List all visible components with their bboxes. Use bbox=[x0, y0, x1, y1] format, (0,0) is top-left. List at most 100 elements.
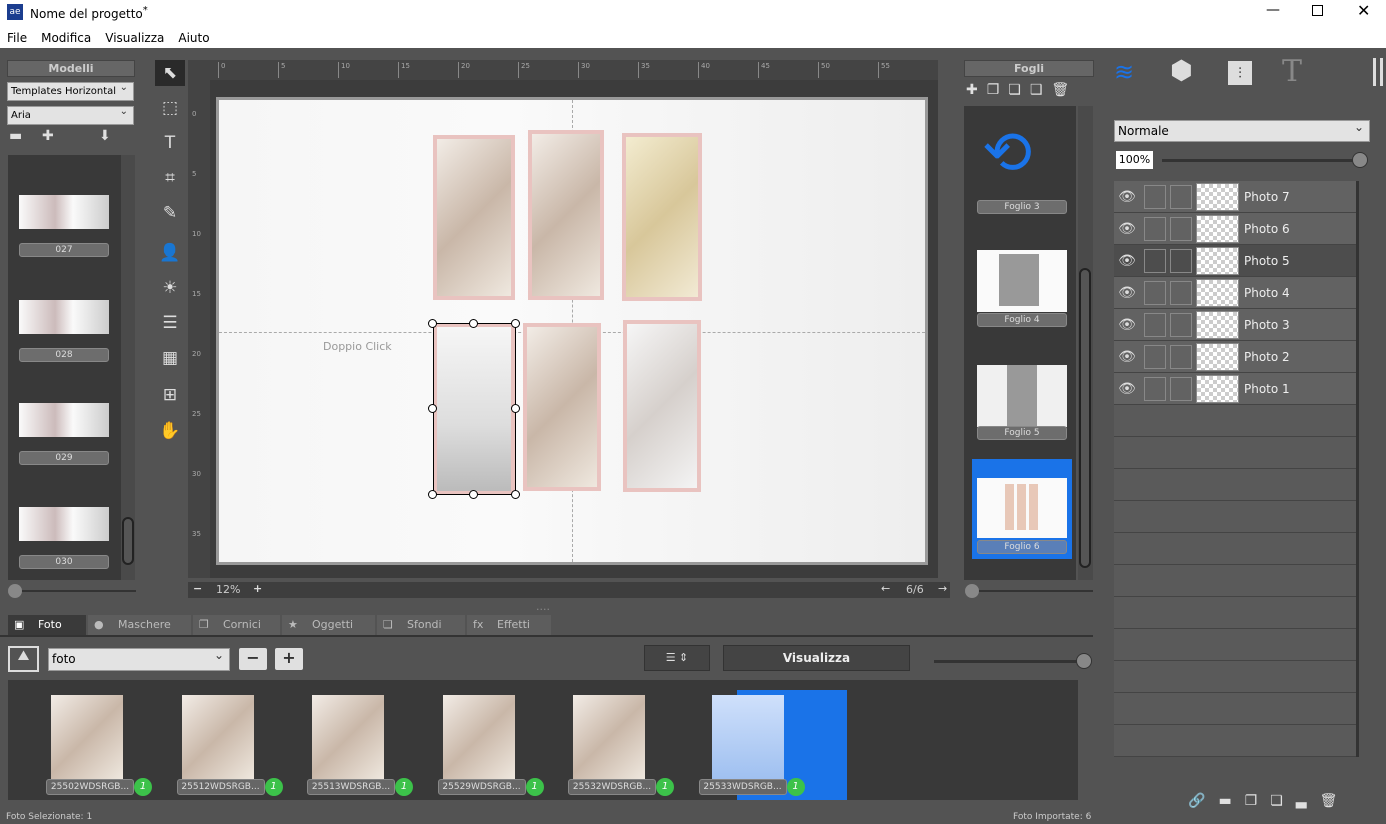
layer-row[interactable]: 👁 Photo 1 bbox=[1114, 373, 1356, 405]
folder-remove-icon[interactable]: ▬ bbox=[9, 128, 22, 144]
list-icon[interactable]: ☰ bbox=[155, 310, 185, 336]
link-toggle[interactable] bbox=[1170, 217, 1192, 241]
folder-add-button[interactable]: + bbox=[275, 648, 303, 670]
eye-icon[interactable]: 👁 bbox=[1116, 217, 1138, 241]
models-scrollbar[interactable] bbox=[121, 155, 135, 580]
resize-handle[interactable] bbox=[511, 490, 520, 499]
layer-flatten-icon[interactable]: ▃ bbox=[1296, 793, 1307, 809]
duplicate-sheet-icon[interactable]: ❐ bbox=[987, 82, 1000, 98]
photo-thumbnail[interactable] bbox=[442, 695, 515, 780]
placeholder-text[interactable]: Doppio Click bbox=[323, 340, 392, 353]
layer-row[interactable]: 👁 Photo 2 bbox=[1114, 341, 1356, 373]
link-toggle[interactable] bbox=[1170, 185, 1192, 209]
splitter-handle[interactable]: .... bbox=[536, 600, 550, 613]
lock-toggle[interactable] bbox=[1144, 345, 1166, 369]
folder-add-icon[interactable]: ✚ bbox=[42, 128, 54, 144]
copy-sheet-icon[interactable]: ❏ bbox=[1008, 82, 1021, 98]
close-button[interactable]: ✕ bbox=[1357, 1, 1370, 20]
eye-icon[interactable]: 👁 bbox=[1116, 185, 1138, 209]
lock-toggle[interactable] bbox=[1144, 313, 1166, 337]
resize-handle[interactable] bbox=[469, 319, 478, 328]
photo-frame[interactable] bbox=[528, 130, 604, 300]
photo-frame[interactable] bbox=[622, 133, 702, 301]
template-label[interactable]: 028 bbox=[19, 348, 109, 362]
menu-aiuto[interactable]: Aiuto bbox=[178, 31, 209, 48]
photo-frame[interactable] bbox=[523, 323, 601, 491]
link-toggle[interactable] bbox=[1170, 377, 1192, 401]
layers-icon[interactable]: ≋ bbox=[1114, 58, 1134, 86]
cube-icon[interactable]: ⬢ bbox=[1170, 56, 1193, 86]
tab-cornici[interactable]: ❐ Cornici bbox=[193, 615, 280, 635]
sheet-label[interactable]: Foglio 4 bbox=[977, 313, 1067, 327]
photo-thumbnail[interactable] bbox=[181, 695, 254, 780]
resize-handle[interactable] bbox=[428, 490, 437, 499]
resize-handle[interactable] bbox=[469, 490, 478, 499]
tab-sfondi[interactable]: ❏ Sfondi bbox=[377, 615, 465, 635]
sheets-scrollbar[interactable] bbox=[1078, 106, 1093, 580]
resize-handle[interactable] bbox=[511, 404, 520, 413]
add-sheet-icon[interactable]: ✚ bbox=[966, 82, 978, 98]
tab-effetti[interactable]: fx Effetti bbox=[467, 615, 551, 635]
template-thumbnail[interactable] bbox=[19, 507, 109, 541]
template-label[interactable]: 029 bbox=[19, 451, 109, 465]
opacity-input[interactable]: 100% bbox=[1116, 151, 1153, 169]
eye-icon[interactable]: 👁 bbox=[1116, 345, 1138, 369]
brush-icon[interactable]: ✎ bbox=[155, 200, 185, 226]
prev-page-button[interactable]: ← bbox=[881, 582, 890, 595]
canvas-area[interactable]: Doppio Click bbox=[210, 80, 938, 578]
crop-icon[interactable]: ⌗ bbox=[155, 165, 185, 191]
link-toggle[interactable] bbox=[1170, 345, 1192, 369]
template-label[interactable]: 030 bbox=[19, 555, 109, 569]
panel-collapse-icon[interactable] bbox=[1373, 58, 1383, 86]
grid-icon[interactable]: ▦ bbox=[155, 345, 185, 371]
tab-foto[interactable]: ▣ Foto bbox=[8, 615, 86, 635]
photo-name[interactable]: 25513WDSRGB... bbox=[307, 779, 395, 795]
trash-icon[interactable]: 🗑 bbox=[1320, 793, 1338, 809]
menu-file[interactable]: File bbox=[7, 31, 27, 48]
photo-thumbnail[interactable] bbox=[312, 695, 384, 780]
resize-handle[interactable] bbox=[511, 319, 520, 328]
layer-row[interactable]: 👁 Photo 5 bbox=[1114, 245, 1356, 277]
sliders-icon[interactable]: ⫶ bbox=[1228, 61, 1252, 85]
trash-icon[interactable]: 🗑 bbox=[1051, 82, 1069, 98]
lock-toggle[interactable] bbox=[1144, 185, 1166, 209]
blend-mode-select[interactable]: Normale bbox=[1114, 119, 1370, 142]
folder-select[interactable]: foto bbox=[48, 647, 230, 671]
zoom-out-button[interactable]: − bbox=[193, 582, 202, 595]
link-icon[interactable]: 🔗 bbox=[1188, 793, 1205, 809]
lock-toggle[interactable] bbox=[1144, 249, 1166, 273]
opacity-slider[interactable] bbox=[1162, 152, 1368, 168]
resize-handle[interactable] bbox=[428, 404, 437, 413]
sheet-thumbnail[interactable] bbox=[977, 365, 1067, 427]
eye-icon[interactable]: 👁 bbox=[1116, 313, 1138, 337]
layer-row[interactable]: 👁 Photo 7 bbox=[1114, 181, 1356, 213]
marquee-icon[interactable]: ⬚ bbox=[155, 95, 185, 121]
photo-name[interactable]: 25532WDSRGB... bbox=[568, 779, 656, 795]
template-thumbnail[interactable] bbox=[19, 195, 109, 229]
resize-handle[interactable] bbox=[428, 319, 437, 328]
next-page-button[interactable]: → bbox=[938, 582, 947, 595]
photo-name[interactable]: 25502WDSRGB... bbox=[46, 779, 134, 795]
photo-frame[interactable] bbox=[623, 320, 701, 492]
brightness-icon[interactable]: ☀ bbox=[155, 275, 185, 301]
layer-up-icon[interactable]: ❐ bbox=[1245, 793, 1258, 809]
lock-toggle[interactable] bbox=[1144, 281, 1166, 305]
template-thumbnail[interactable] bbox=[19, 403, 109, 437]
photo-thumbnail[interactable] bbox=[573, 695, 645, 780]
sheet-label[interactable]: Foglio 3 bbox=[977, 200, 1067, 214]
layer-delete-icon[interactable]: ▬ bbox=[1218, 793, 1231, 809]
lock-toggle[interactable] bbox=[1144, 217, 1166, 241]
grid-download-icon[interactable]: ⊞ bbox=[155, 382, 185, 408]
lock-toggle[interactable] bbox=[1144, 377, 1166, 401]
zoom-in-button[interactable]: + bbox=[253, 582, 262, 595]
view-button[interactable]: Visualizza bbox=[723, 645, 910, 671]
move-sheet-icon[interactable]: ❑ bbox=[1030, 82, 1043, 98]
models-size-slider[interactable] bbox=[8, 584, 136, 598]
link-toggle[interactable] bbox=[1170, 249, 1192, 273]
tab-maschere[interactable]: ● Maschere bbox=[88, 615, 191, 635]
menu-visualizza[interactable]: Visualizza bbox=[105, 31, 164, 48]
eye-icon[interactable]: 👁 bbox=[1116, 377, 1138, 401]
style-select[interactable]: Aria bbox=[7, 105, 134, 125]
text-icon[interactable]: T bbox=[1282, 54, 1302, 89]
photo-name[interactable]: 25529WDSRGB... bbox=[437, 779, 526, 795]
